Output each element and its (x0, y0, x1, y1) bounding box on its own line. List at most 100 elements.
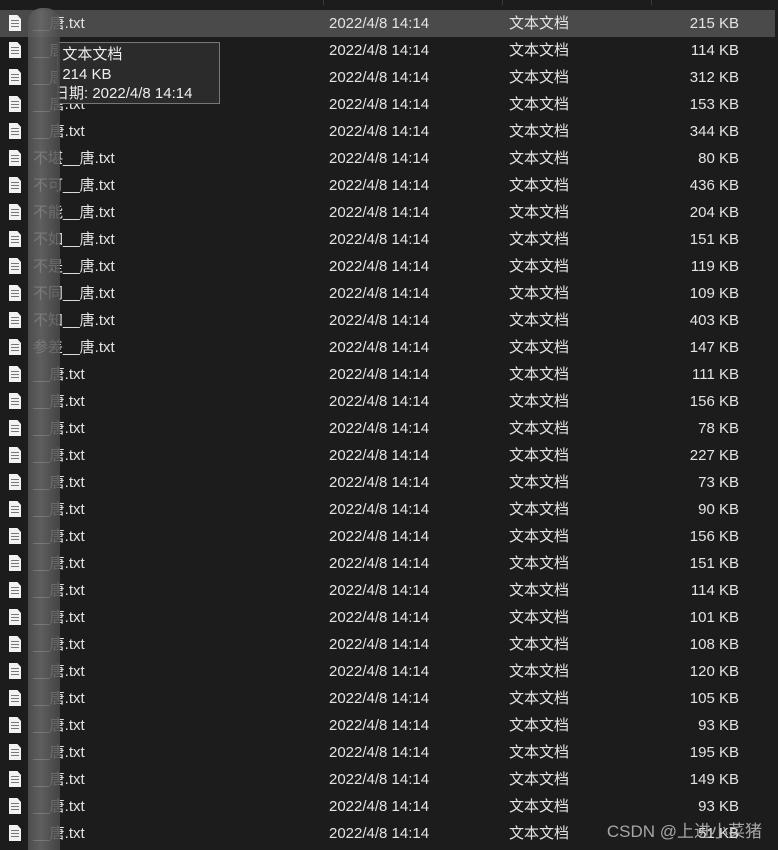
file-date: 2022/4/8 14:14 (329, 69, 430, 86)
text-file-icon (9, 609, 21, 625)
file-type: 文本文档 (509, 285, 570, 302)
file-date: 2022/4/8 14:14 (329, 150, 430, 167)
file-row[interactable]: __唐.txt 2022/4/8 14:14 文本文档 114 KB (0, 577, 775, 604)
file-row[interactable]: __唐.txt 2022/4/8 14:14 文本文档 90 KB (0, 496, 775, 523)
file-type: 文本文档 (509, 177, 570, 194)
file-size: 93 KB (698, 798, 739, 815)
text-file-icon (9, 258, 21, 274)
tooltip-type: 类型: 文本文档 (58, 46, 123, 63)
file-size: 215 KB (689, 15, 739, 32)
text-file-icon (9, 528, 21, 544)
file-type: 文本文档 (509, 744, 570, 761)
file-row[interactable]: 参差__唐.txt 2022/4/8 14:14 文本文档 147 KB (0, 334, 775, 361)
file-row[interactable]: 不能__唐.txt 2022/4/8 14:14 文本文档 204 KB (0, 199, 775, 226)
file-type: 文本文档 (509, 15, 570, 32)
file-size: 111 KB (692, 366, 739, 383)
file-tooltip: 类型: 文本文档 大小: 214 KB 修改日期: 2022/4/8 14:14 (57, 42, 220, 104)
file-row[interactable]: __唐.txt 2022/4/8 14:14 文本文档 215 KB (0, 10, 775, 37)
file-date: 2022/4/8 14:14 (329, 636, 430, 653)
file-row[interactable]: 不同__唐.txt 2022/4/8 14:14 文本文档 109 KB (0, 280, 775, 307)
text-file-icon (9, 825, 21, 841)
file-size: 436 KB (689, 177, 739, 194)
file-row[interactable]: __唐.txt 2022/4/8 14:14 文本文档 344 KB (0, 118, 775, 145)
file-row[interactable]: __唐.txt 2022/4/8 14:14 文本文档 151 KB (0, 550, 775, 577)
text-file-icon (9, 501, 21, 517)
file-type: 文本文档 (509, 582, 570, 599)
file-row[interactable]: __唐.txt 2022/4/8 14:14 文本文档 195 KB (0, 739, 775, 766)
file-date: 2022/4/8 14:14 (329, 690, 430, 707)
file-date: 2022/4/8 14:14 (329, 555, 430, 572)
file-date: 2022/4/8 14:14 (329, 717, 430, 734)
file-row[interactable]: 不堪__唐.txt 2022/4/8 14:14 文本文档 80 KB (0, 145, 775, 172)
file-type: 文本文档 (509, 474, 570, 491)
file-row[interactable]: 不如__唐.txt 2022/4/8 14:14 文本文档 151 KB (0, 226, 775, 253)
file-size: 105 KB (689, 690, 739, 707)
file-size: 151 KB (689, 555, 739, 572)
file-row[interactable]: __唐.txt 2022/4/8 14:14 文本文档 156 KB (0, 388, 775, 415)
file-type: 文本文档 (509, 717, 570, 734)
column-divider[interactable] (651, 0, 652, 5)
file-type: 文本文档 (509, 339, 570, 356)
file-row[interactable]: __唐.txt 2022/4/8 14:14 文本文档 149 KB (0, 766, 775, 793)
file-type: 文本文档 (509, 393, 570, 410)
file-size: 120 KB (689, 663, 739, 680)
text-file-icon (9, 312, 21, 328)
column-divider[interactable] (323, 0, 324, 5)
file-date: 2022/4/8 14:14 (329, 231, 430, 248)
file-date: 2022/4/8 14:14 (329, 798, 430, 815)
file-date: 2022/4/8 14:14 (329, 447, 430, 464)
file-row[interactable]: 不是__唐.txt 2022/4/8 14:14 文本文档 119 KB (0, 253, 775, 280)
file-date: 2022/4/8 14:14 (329, 420, 430, 437)
file-type: 文本文档 (509, 528, 570, 545)
file-date: 2022/4/8 14:14 (329, 96, 430, 113)
file-type: 文本文档 (509, 96, 570, 113)
file-row[interactable]: 不可__唐.txt 2022/4/8 14:14 文本文档 436 KB (0, 172, 775, 199)
file-date: 2022/4/8 14:14 (329, 393, 430, 410)
file-row[interactable]: __唐.txt 2022/4/8 14:14 文本文档 156 KB (0, 523, 775, 550)
file-size: 119 KB (690, 258, 739, 275)
file-row[interactable]: __唐.txt 2022/4/8 14:14 文本文档 73 KB (0, 469, 775, 496)
watermark: CSDN @上进小菜猪 (606, 822, 762, 841)
text-file-icon (9, 177, 21, 193)
file-date: 2022/4/8 14:14 (329, 123, 430, 140)
file-row[interactable]: __唐.txt 2022/4/8 14:14 文本文档 105 KB (0, 685, 775, 712)
text-file-icon (9, 123, 21, 139)
text-file-icon (9, 447, 21, 463)
file-type: 文本文档 (509, 501, 570, 518)
text-file-icon (9, 744, 21, 760)
file-row[interactable]: __唐.txt 2022/4/8 14:14 文本文档 111 KB (0, 361, 775, 388)
text-file-icon (9, 393, 21, 409)
text-file-icon (9, 474, 21, 490)
file-row[interactable]: __唐.txt 2022/4/8 14:14 文本文档 120 KB (0, 658, 775, 685)
file-date: 2022/4/8 14:14 (329, 339, 430, 356)
file-size: 108 KB (689, 636, 739, 653)
text-file-icon (9, 150, 21, 166)
text-file-icon (9, 717, 21, 733)
text-file-icon (9, 96, 21, 112)
file-size: 312 KB (689, 69, 739, 86)
redaction-smudge (28, 8, 60, 850)
file-type: 文本文档 (509, 123, 570, 140)
text-file-icon (9, 366, 21, 382)
file-row[interactable]: 不知__唐.txt 2022/4/8 14:14 文本文档 403 KB (0, 307, 775, 334)
file-row[interactable]: __唐.txt 2022/4/8 14:14 文本文档 78 KB (0, 415, 775, 442)
file-row[interactable]: __唐.txt 2022/4/8 14:14 文本文档 108 KB (0, 631, 775, 658)
column-divider[interactable] (502, 0, 503, 5)
file-size: 147 KB (689, 339, 739, 356)
file-row[interactable]: __唐.txt 2022/4/8 14:14 文本文档 93 KB (0, 793, 775, 820)
file-size: 90 KB (698, 501, 739, 518)
file-date: 2022/4/8 14:14 (329, 609, 430, 626)
file-row[interactable]: __唐.txt 2022/4/8 14:14 文本文档 227 KB (0, 442, 775, 469)
text-file-icon (9, 771, 21, 787)
file-size: 344 KB (689, 123, 739, 140)
file-size: 151 KB (689, 231, 739, 248)
text-file-icon (9, 42, 21, 58)
file-type: 文本文档 (509, 42, 570, 59)
file-date: 2022/4/8 14:14 (329, 825, 430, 842)
file-type: 文本文档 (509, 555, 570, 572)
file-date: 2022/4/8 14:14 (329, 42, 430, 59)
file-row[interactable]: __唐.txt 2022/4/8 14:14 文本文档 93 KB (0, 712, 775, 739)
file-row[interactable]: __唐.txt 2022/4/8 14:14 文本文档 101 KB (0, 604, 775, 631)
column-header (0, 0, 778, 8)
file-size: 114 KB (690, 582, 739, 599)
